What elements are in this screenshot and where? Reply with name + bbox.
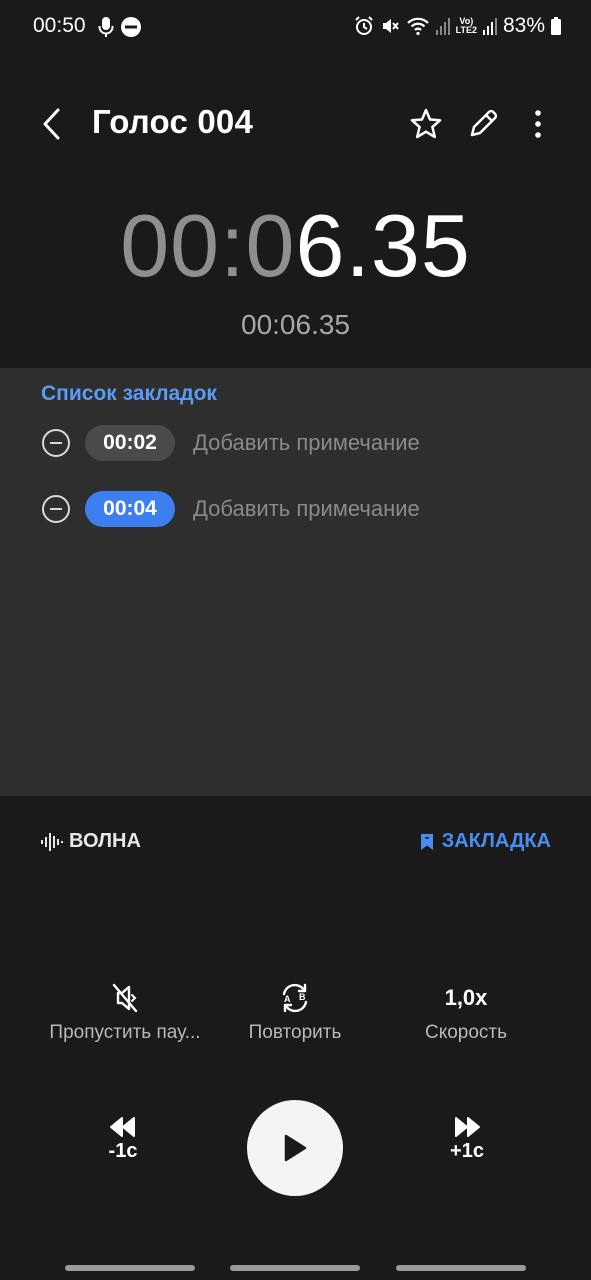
- pencil-icon: [470, 109, 498, 137]
- more-vertical-icon: [535, 110, 541, 138]
- status-left-icons: [98, 16, 142, 38]
- skip-silence-button[interactable]: Пропустить пау...: [40, 980, 210, 1044]
- page-title: Голос 004: [92, 103, 254, 140]
- repeat-button[interactable]: A B Повторить: [210, 980, 380, 1044]
- more-options-button[interactable]: [518, 104, 558, 144]
- status-time: 00:50: [33, 14, 86, 37]
- remove-bookmark-icon[interactable]: [42, 495, 70, 523]
- chevron-left-icon: [43, 108, 60, 140]
- waveform-icon: [41, 832, 63, 851]
- alarm-icon: [354, 16, 373, 35]
- repeat-label: Повторить: [248, 1022, 342, 1043]
- wave-tab-button[interactable]: ВОЛНА: [41, 830, 141, 853]
- current-time-bright: 6.35: [295, 196, 471, 295]
- current-time-dim: 00:0: [120, 196, 296, 295]
- bookmark-tab-label: ЗАКЛАДКА: [441, 830, 551, 852]
- battery-icon: [551, 17, 561, 35]
- vibrate-mute-icon: [382, 19, 399, 33]
- rewind-button[interactable]: -1с: [83, 1116, 163, 1163]
- skip-silence-label: Пропустить пау...: [49, 1022, 201, 1043]
- forward-label: +1с: [450, 1140, 484, 1162]
- back-button[interactable]: [34, 104, 70, 144]
- bookmark-icon: [420, 833, 433, 850]
- wifi-icon: [406, 17, 429, 36]
- speed-value: 1,0x: [444, 985, 488, 1010]
- bookmark-note-input[interactable]: Добавить примечание: [193, 430, 420, 456]
- rewind-label: -1с: [108, 1140, 138, 1162]
- nav-recents-bar[interactable]: [65, 1265, 195, 1271]
- signal-icon-2: [482, 18, 497, 35]
- play-button[interactable]: [247, 1100, 343, 1196]
- battery-percent: 83%: [502, 14, 545, 37]
- wave-tab-label: ВОЛНА: [69, 830, 141, 852]
- bookmark-time-chip-active[interactable]: 00:04: [85, 491, 175, 527]
- svg-text:B: B: [299, 992, 306, 1002]
- forward-button[interactable]: +1с: [427, 1116, 507, 1163]
- fast-forward-icon: [455, 1117, 480, 1137]
- play-icon: [284, 1134, 307, 1162]
- speed-label: Скорость: [424, 1022, 508, 1043]
- svg-text:A: A: [284, 994, 291, 1004]
- favorite-button[interactable]: [406, 104, 446, 144]
- signal-icon-1: [435, 18, 450, 35]
- edit-button[interactable]: [463, 104, 503, 144]
- nav-home-bar[interactable]: [230, 1265, 360, 1271]
- network-label-bottom: LTE2: [455, 25, 477, 35]
- bookmarks-title: Список закладок: [41, 382, 217, 405]
- speed-button[interactable]: 1,0x Скорость: [381, 980, 551, 1044]
- bookmark-note-input[interactable]: Добавить примечание: [193, 496, 420, 522]
- remove-bookmark-icon[interactable]: [42, 429, 70, 457]
- rewind-icon: [110, 1117, 135, 1137]
- do-not-disturb-icon: [121, 17, 141, 37]
- bookmark-row: 00:04 Добавить примечание: [42, 489, 420, 529]
- status-right: Vo) LTE2 83%: [354, 14, 561, 38]
- repeat-ab-icon: A B: [282, 983, 308, 1013]
- nav-back-bar[interactable]: [396, 1265, 526, 1271]
- skip-silence-icon: [112, 983, 138, 1013]
- bookmark-row: 00:02 Добавить примечание: [42, 423, 420, 463]
- add-bookmark-button[interactable]: ЗАКЛАДКА: [420, 830, 551, 853]
- microphone-icon: [98, 17, 114, 37]
- total-duration: 00:06.35: [241, 309, 350, 340]
- network-type-badge: Vo) LTE2: [456, 17, 477, 35]
- current-time-display: 00:06.35: [0, 196, 591, 296]
- bookmark-time-chip[interactable]: 00:02: [85, 425, 175, 461]
- star-icon: [410, 108, 442, 139]
